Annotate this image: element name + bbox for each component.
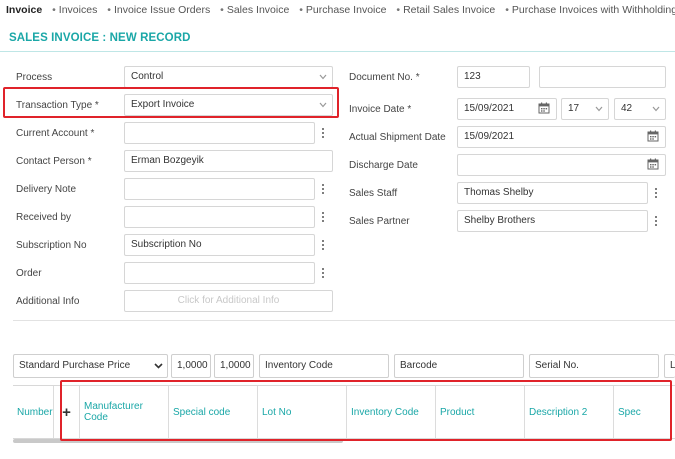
price-list-select[interactable]: Standard Purchase Price — [13, 354, 168, 378]
contact-person-label: Contact Person * — [16, 156, 92, 167]
discharge-date-input[interactable] — [457, 154, 666, 176]
transaction-type-label: Transaction Type * — [16, 100, 99, 111]
contact-person-input[interactable]: Erman Bozgeyik — [124, 150, 333, 172]
order-label: Order — [16, 268, 42, 279]
order-input[interactable] — [124, 262, 315, 284]
column-product[interactable]: Product — [436, 386, 525, 438]
sales-partner-more-icon[interactable] — [648, 210, 664, 232]
column-manufacturer-code[interactable]: Manufacturer Code — [80, 386, 169, 438]
horizontal-scrollbar[interactable] — [13, 439, 343, 443]
transaction-type-select[interactable]: Export Invoice — [124, 94, 333, 116]
current-account-input[interactable] — [124, 122, 315, 144]
subscription-no-more-icon[interactable] — [315, 234, 331, 256]
sales-staff-label: Sales Staff — [349, 188, 398, 199]
invoice-date-input[interactable]: 15/09/2021 — [457, 98, 557, 120]
breadcrumb: Invoice • Invoices • Invoice Issue Orders … — [6, 4, 675, 18]
subscription-no-label: Subscription No — [16, 240, 87, 251]
inventory-code-input[interactable]: Inventory Code — [259, 354, 389, 378]
breadcrumb-invoice[interactable]: Invoice — [6, 4, 42, 16]
current-account-label: Current Account * — [16, 128, 95, 139]
received-by-label: Received by — [16, 212, 72, 223]
calendar-icon[interactable] — [647, 130, 661, 144]
process-value: Control — [131, 71, 164, 82]
breadcrumb-invoice-issue-orders[interactable]: • Invoice Issue Orders — [107, 4, 210, 16]
breadcrumb-invoices[interactable]: • Invoices — [52, 4, 97, 16]
chevron-down-icon — [319, 102, 327, 109]
breadcrumb-purchase-invoices-withholding[interactable]: • Purchase Invoices with Withholding — [505, 4, 675, 16]
discharge-date-label: Discharge Date — [349, 160, 418, 171]
actual-shipment-date-input[interactable]: 15/09/2021 — [457, 126, 666, 148]
delivery-note-label: Delivery Note — [16, 184, 77, 195]
document-no-input[interactable]: 123 — [457, 66, 530, 88]
quantity-input-1[interactable]: 1,0000 — [171, 354, 211, 378]
received-by-input[interactable] — [124, 206, 315, 228]
additional-info-label: Additional Info — [16, 296, 80, 307]
delivery-note-input[interactable] — [124, 178, 315, 200]
delivery-note-more-icon[interactable] — [315, 178, 331, 200]
sales-staff-more-icon[interactable] — [648, 182, 664, 204]
breadcrumb-retail-sales-invoice[interactable]: • Retail Sales Invoice — [396, 4, 495, 16]
invoice-hour-select[interactable]: 17 — [561, 98, 609, 120]
sales-staff-input[interactable]: Thomas Shelby — [457, 182, 648, 204]
items-grid-header: Number + Manufacturer Code Special code … — [13, 385, 675, 439]
chevron-down-icon — [595, 106, 603, 113]
column-spec[interactable]: Spec — [614, 386, 675, 438]
section-divider — [13, 320, 675, 321]
serial-no-input[interactable]: Serial No. — [529, 354, 659, 378]
page-title: SALES INVOICE : NEW RECORD — [9, 32, 191, 44]
additional-info-field[interactable]: Click for Additional Info — [124, 290, 333, 312]
calendar-icon[interactable] — [647, 158, 661, 172]
title-divider — [0, 51, 675, 52]
order-more-icon[interactable] — [315, 262, 331, 284]
breadcrumb-sales-invoice[interactable]: • Sales Invoice — [220, 4, 289, 16]
invoice-minute-select[interactable]: 42 — [614, 98, 666, 120]
chevron-down-icon — [319, 74, 327, 81]
process-label: Process — [16, 72, 53, 83]
process-select[interactable]: Control — [124, 66, 333, 88]
chevron-down-icon — [652, 106, 660, 113]
transaction-type-value: Export Invoice — [131, 99, 195, 110]
column-special-code[interactable]: Special code — [169, 386, 258, 438]
chevron-down-icon — [154, 363, 163, 370]
barcode-input[interactable]: Barcode — [394, 354, 524, 378]
extra-input[interactable]: L — [664, 354, 675, 378]
add-row-button[interactable]: + — [54, 386, 80, 438]
calendar-icon[interactable] — [538, 102, 552, 116]
sales-partner-input[interactable]: Shelby Brothers — [457, 210, 648, 232]
quantity-input-2[interactable]: 1,0000 — [214, 354, 254, 378]
received-by-more-icon[interactable] — [315, 206, 331, 228]
column-number[interactable]: Number — [13, 386, 54, 438]
subscription-no-input[interactable]: Subscription No — [124, 234, 315, 256]
breadcrumb-purchase-invoice[interactable]: • Purchase Invoice — [299, 4, 386, 16]
column-description-2[interactable]: Description 2 — [525, 386, 614, 438]
column-lot-no[interactable]: Lot No — [258, 386, 347, 438]
current-account-more-icon[interactable] — [315, 122, 331, 144]
column-inventory-code[interactable]: Inventory Code — [347, 386, 436, 438]
document-no-secondary-input[interactable] — [539, 66, 666, 88]
document-no-label: Document No. * — [349, 72, 420, 83]
invoice-date-label: Invoice Date * — [349, 104, 412, 115]
sales-partner-label: Sales Partner — [349, 216, 410, 227]
actual-shipment-date-label: Actual Shipment Date — [349, 132, 446, 143]
